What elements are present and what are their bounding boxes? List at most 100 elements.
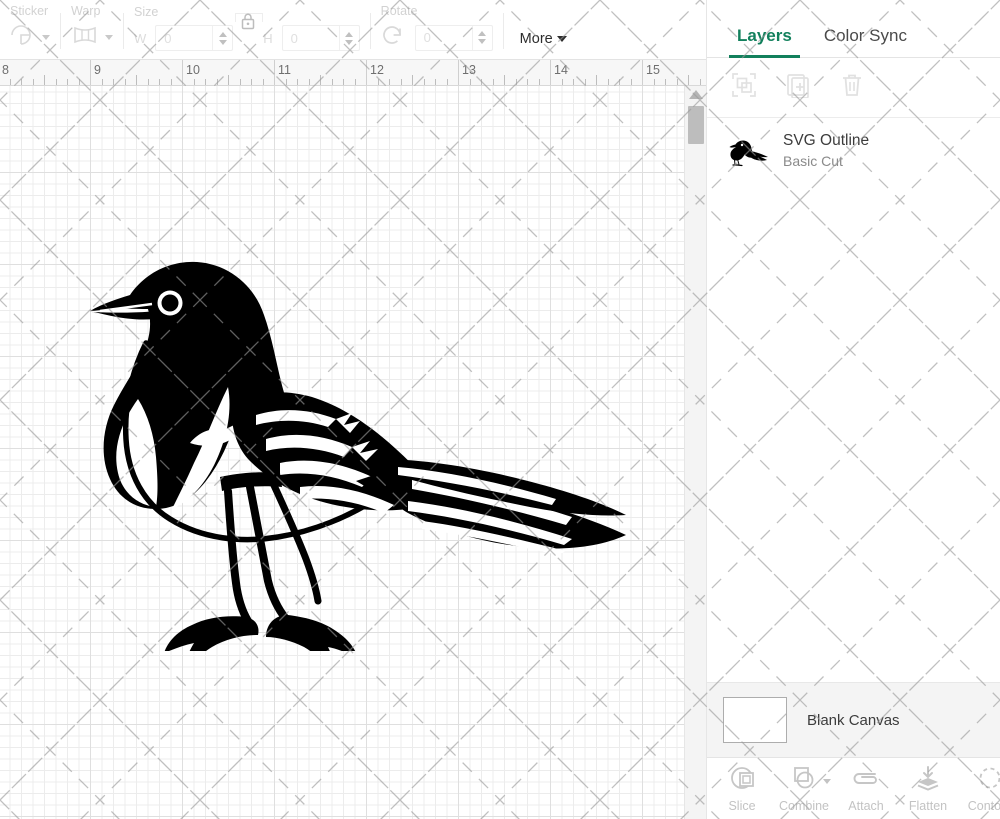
height-step-down-icon[interactable]: [345, 39, 354, 45]
ruler-minor-tick: [216, 79, 218, 85]
ruler-minor-tick: [446, 79, 448, 85]
delete-icon[interactable]: [839, 72, 865, 103]
ruler-minor-tick: [492, 79, 494, 85]
ruler-minor-tick: [504, 75, 505, 85]
width-input[interactable]: [156, 26, 213, 50]
rotate-step-down-icon[interactable]: [478, 39, 487, 44]
more-chevron-down-icon[interactable]: [556, 36, 567, 42]
rotate-stepper[interactable]: [471, 25, 492, 50]
tab-layers[interactable]: Layers: [721, 26, 808, 58]
canvas-pane: Sticker Warp Size W 0 H 0 Rotate 0 More …: [0, 0, 706, 819]
ruler-label: 8: [2, 63, 9, 77]
warp-chevron-down-icon[interactable]: [105, 35, 113, 40]
ruler-minor-tick: [67, 79, 68, 85]
ruler-minor-tick: [515, 79, 517, 85]
canvas-vertical-scrollbar[interactable]: [684, 86, 706, 819]
list-item[interactable]: SVG Outline Basic Cut: [707, 118, 1000, 183]
tab-color-sync[interactable]: Color Sync: [808, 26, 923, 57]
ruler-minor-tick: [584, 79, 586, 85]
combine-icon: [790, 765, 818, 796]
ruler-minor-tick: [170, 79, 172, 85]
height-stepper[interactable]: [338, 26, 359, 50]
sticker-chevron-down-icon[interactable]: [42, 35, 50, 40]
width-field[interactable]: [155, 25, 234, 51]
ruler-minor-tick: [596, 75, 597, 85]
rotate-icon[interactable]: [381, 24, 405, 51]
width-stepper[interactable]: [212, 26, 232, 50]
blank-canvas-label: Blank Canvas: [807, 711, 900, 729]
warp-label: Warp: [71, 4, 101, 18]
design-canvas[interactable]: [0, 86, 706, 819]
ruler-minor-tick: [481, 79, 482, 85]
slice-button[interactable]: Slice: [711, 765, 773, 813]
rotate-label: Rotate: [380, 4, 418, 18]
duplicate-icon[interactable]: [785, 72, 811, 103]
sticker-icon[interactable]: [10, 24, 36, 51]
ruler-minor-tick: [665, 79, 666, 85]
ruler-minor-tick: [676, 79, 678, 85]
width-step-up-icon[interactable]: [218, 31, 227, 37]
flatten-label: Flatten: [908, 798, 948, 813]
warp-icon[interactable]: [71, 24, 99, 51]
blank-canvas-row[interactable]: Blank Canvas: [707, 682, 1000, 757]
toolbar-divider: [502, 13, 504, 49]
group-icon[interactable]: [731, 72, 757, 103]
ruler-minor-tick: [21, 79, 22, 85]
ruler-minor-tick: [607, 79, 609, 85]
edit-toolbar: Sticker Warp Size W 0 H 0 Rotate 0 More: [0, 0, 706, 60]
layer-operations-bar: Slice Combine Attach Flatten Cont: [707, 757, 1000, 819]
ruler-minor-tick: [32, 79, 34, 85]
ruler-label: 13: [462, 63, 476, 77]
ruler-minor-tick: [101, 79, 103, 85]
ruler-minor-tick: [55, 79, 57, 85]
ruler-minor-tick: [699, 79, 701, 85]
flatten-icon: [914, 765, 942, 796]
height-field[interactable]: [281, 25, 360, 51]
combine-button[interactable]: Combine: [773, 765, 835, 813]
magpie-thumb-icon: [729, 140, 768, 166]
ruler-minor-tick: [193, 79, 195, 85]
ruler-label: 9: [94, 63, 101, 77]
rotate-step-up-icon[interactable]: [478, 31, 487, 36]
layers-panel: Layers Color Sync SVG Outline Basic Cut …: [706, 0, 1000, 819]
attach-icon: [851, 765, 881, 796]
scroll-up-arrow-icon[interactable]: [688, 90, 703, 99]
ruler-minor-tick: [124, 79, 126, 85]
contour-label: Contour: [967, 798, 1000, 813]
ruler-minor-tick: [653, 79, 655, 85]
sticker-tool-group[interactable]: Sticker: [0, 0, 60, 51]
ruler-minor-tick: [354, 79, 356, 85]
ruler-minor-tick: [147, 79, 149, 85]
ruler-minor-tick: [423, 79, 425, 85]
horizontal-ruler[interactable]: 8 9 10 11 12 13 14 15: [0, 60, 706, 86]
ruler-label: 11: [278, 63, 291, 77]
aspect-lock-toggle[interactable]: [233, 0, 264, 51]
height-step-up-icon[interactable]: [345, 31, 354, 37]
ruler-minor-tick: [619, 79, 620, 85]
scroll-thumb[interactable]: [688, 106, 704, 144]
warp-tool-group[interactable]: Warp: [61, 0, 123, 51]
ruler-minor-tick: [239, 79, 241, 85]
size-label: Size: [134, 5, 159, 19]
magpie-artwork[interactable]: [60, 191, 640, 651]
attach-button[interactable]: Attach: [835, 765, 897, 813]
flatten-button[interactable]: Flatten: [897, 765, 959, 813]
ruler-minor-tick: [285, 79, 287, 85]
ruler-minor-tick: [435, 79, 436, 85]
contour-button[interactable]: Contour: [959, 765, 1000, 813]
ruler-minor-tick: [469, 79, 471, 85]
rotate-field[interactable]: [414, 24, 493, 51]
width-step-down-icon[interactable]: [218, 39, 227, 45]
lock-icon[interactable]: [240, 12, 256, 35]
ruler-minor-tick: [9, 79, 11, 85]
ruler-minor-tick: [561, 79, 563, 85]
more-button[interactable]: More: [520, 31, 567, 47]
combine-chevron-down-icon[interactable]: [823, 778, 831, 784]
height-label: H: [263, 30, 273, 46]
height-tool-group: H: [263, 0, 369, 51]
height-input[interactable]: [282, 26, 339, 50]
ruler-minor-tick: [251, 79, 252, 85]
rotate-input[interactable]: [415, 25, 472, 50]
layer-list[interactable]: SVG Outline Basic Cut: [707, 118, 1000, 682]
ruler-minor-tick: [630, 79, 632, 85]
